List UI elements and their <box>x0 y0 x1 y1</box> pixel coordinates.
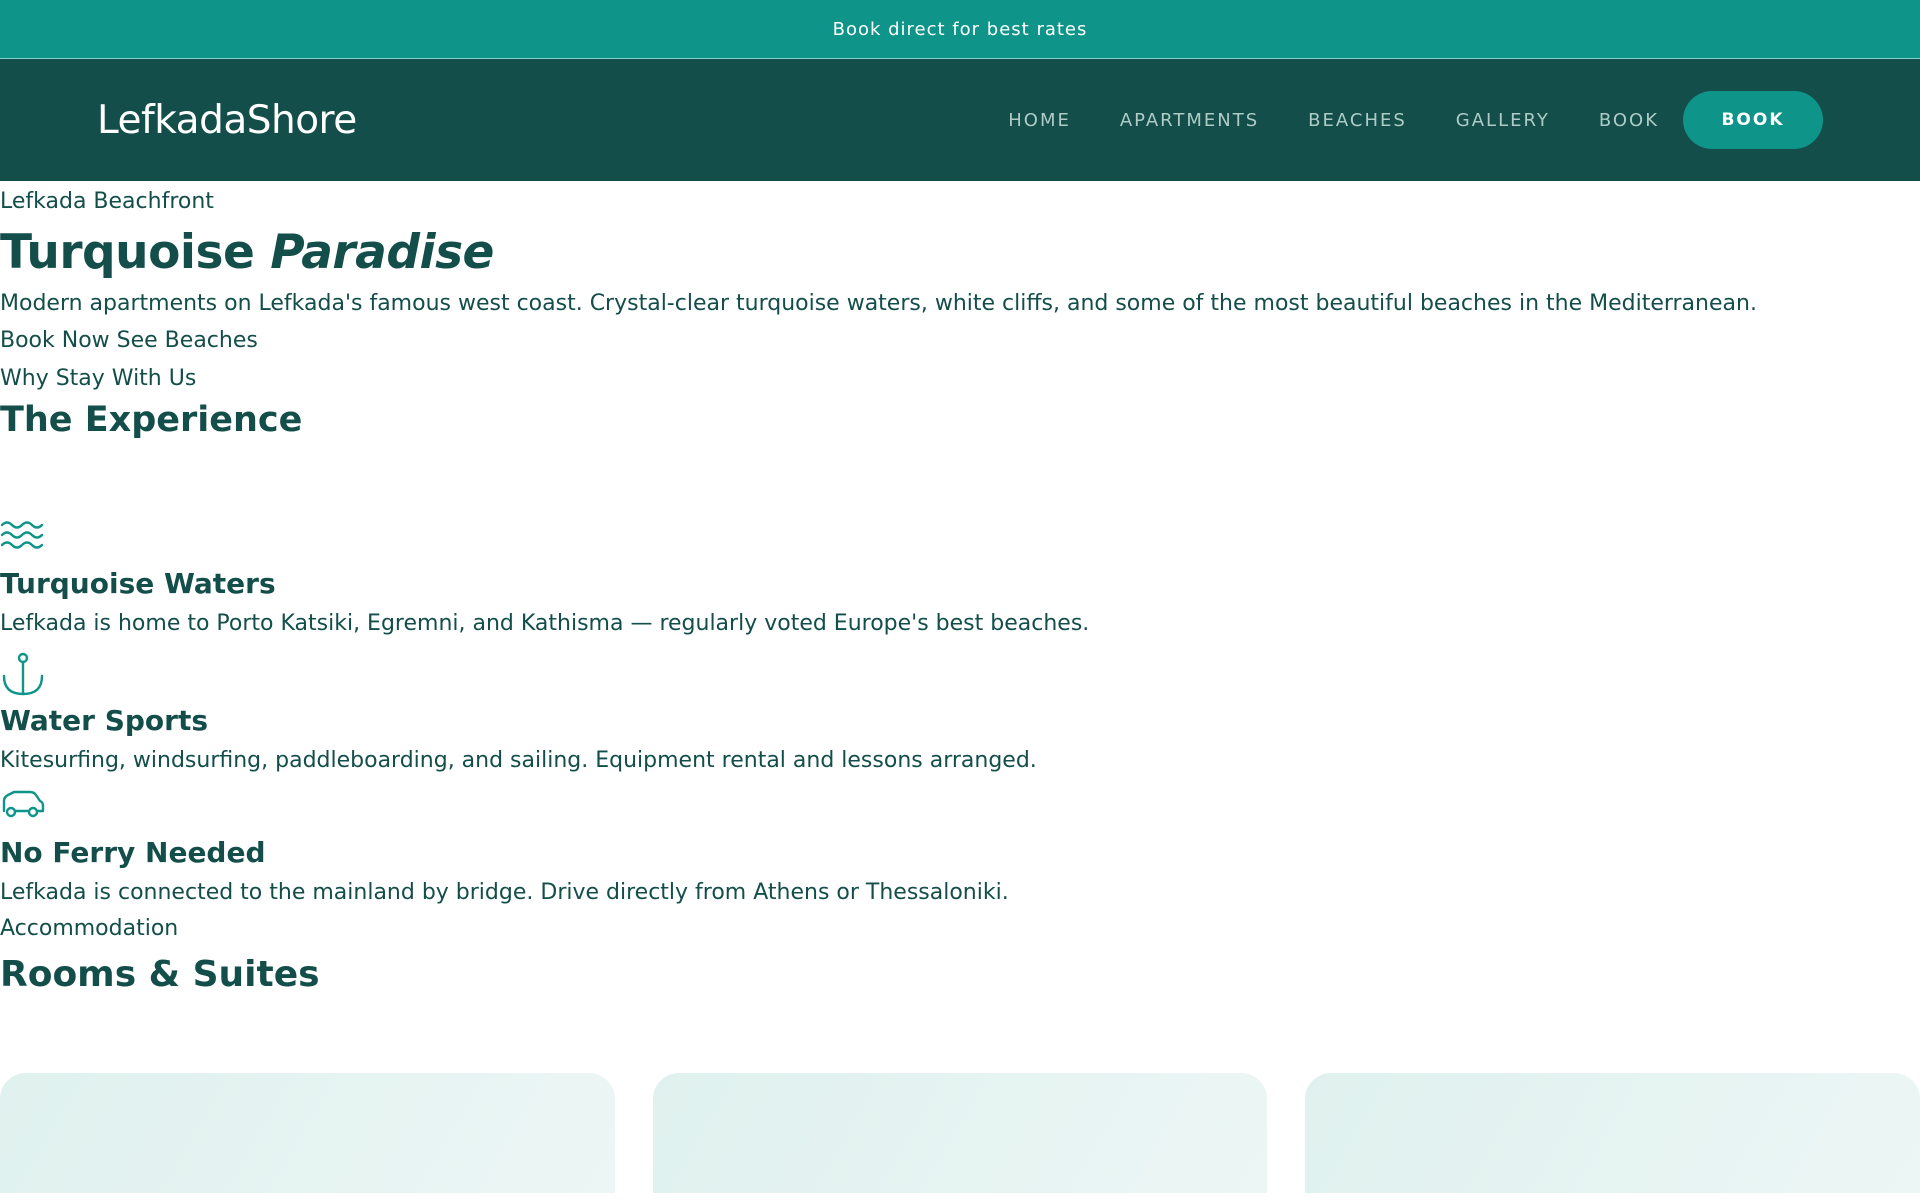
main-nav: LefkadaShore HOME APARTMENTS BEACHES GAL… <box>0 59 1920 181</box>
anchor-icon <box>2 652 44 696</box>
see-beaches-link[interactable]: See Beaches <box>117 328 258 353</box>
feature-list: Turquoise Waters Lefkada is home to Port… <box>0 516 1920 908</box>
book-now-link[interactable]: Book Now <box>0 328 110 353</box>
promo-banner-text: Book direct for best rates <box>832 18 1088 40</box>
feature-title: Turquoise Waters <box>0 567 276 600</box>
hero-eyebrow: Lefkada Beachfront <box>0 189 214 214</box>
hero-section: Lefkada Beachfront Turquoise Paradise Mo… <box>0 187 1920 356</box>
experience-title: The Experience <box>0 400 303 440</box>
rooms-title: Rooms & Suites <box>0 954 320 995</box>
room-card[interactable] <box>652 1073 1268 1193</box>
hero-title-main: Turquoise <box>0 225 255 280</box>
nav-link-apartments[interactable]: APARTMENTS <box>1120 110 1259 131</box>
rooms-section: Accommodation Rooms & Suites <box>0 914 1920 1193</box>
room-cards <box>0 1073 1920 1193</box>
feature-title: Water Sports <box>0 704 209 737</box>
nav-link-book[interactable]: BOOK <box>1599 110 1659 131</box>
hero-title-emphasis: Paradise <box>270 225 494 280</box>
feature-title: No Ferry Needed <box>0 836 266 869</box>
promo-banner: Book direct for best rates <box>0 0 1920 59</box>
hero-title: Turquoise Paradise <box>0 221 1920 285</box>
car-icon <box>2 790 45 818</box>
feature-description: Lefkada is connected to the mainland by … <box>0 880 1009 905</box>
feature-item: Water Sports Kitesurfing, windsurfing, p… <box>0 652 1920 776</box>
nav-links: HOME APARTMENTS BEACHES GALLERY BOOK BOO… <box>1008 91 1823 149</box>
feature-item: Turquoise Waters Lefkada is home to Port… <box>0 516 1920 639</box>
feature-description: Kitesurfing, windsurfing, paddleboarding… <box>0 748 1037 773</box>
book-button[interactable]: BOOK <box>1683 91 1823 149</box>
experience-eyebrow: Why Stay With Us <box>0 366 197 391</box>
room-card[interactable] <box>0 1073 615 1193</box>
nav-link-gallery[interactable]: GALLERY <box>1456 110 1550 131</box>
nav-link-beaches[interactable]: BEACHES <box>1308 110 1407 131</box>
nav-link-home[interactable]: HOME <box>1008 110 1071 131</box>
waves-icon <box>0 521 44 549</box>
hero-subtitle: Modern apartments on Lefkada's famous we… <box>0 291 1757 316</box>
experience-section: Why Stay With Us The Experience Turquois… <box>0 364 1920 908</box>
rooms-eyebrow: Accommodation <box>0 916 179 941</box>
site-logo[interactable]: LefkadaShore <box>97 98 357 143</box>
room-card[interactable] <box>1305 1073 1920 1193</box>
feature-item: No Ferry Needed Lefkada is connected to … <box>0 789 1920 908</box>
hero-actions: Book Now See Beaches <box>0 326 1920 356</box>
feature-description: Lefkada is home to Porto Katsiki, Egremn… <box>0 611 1090 636</box>
